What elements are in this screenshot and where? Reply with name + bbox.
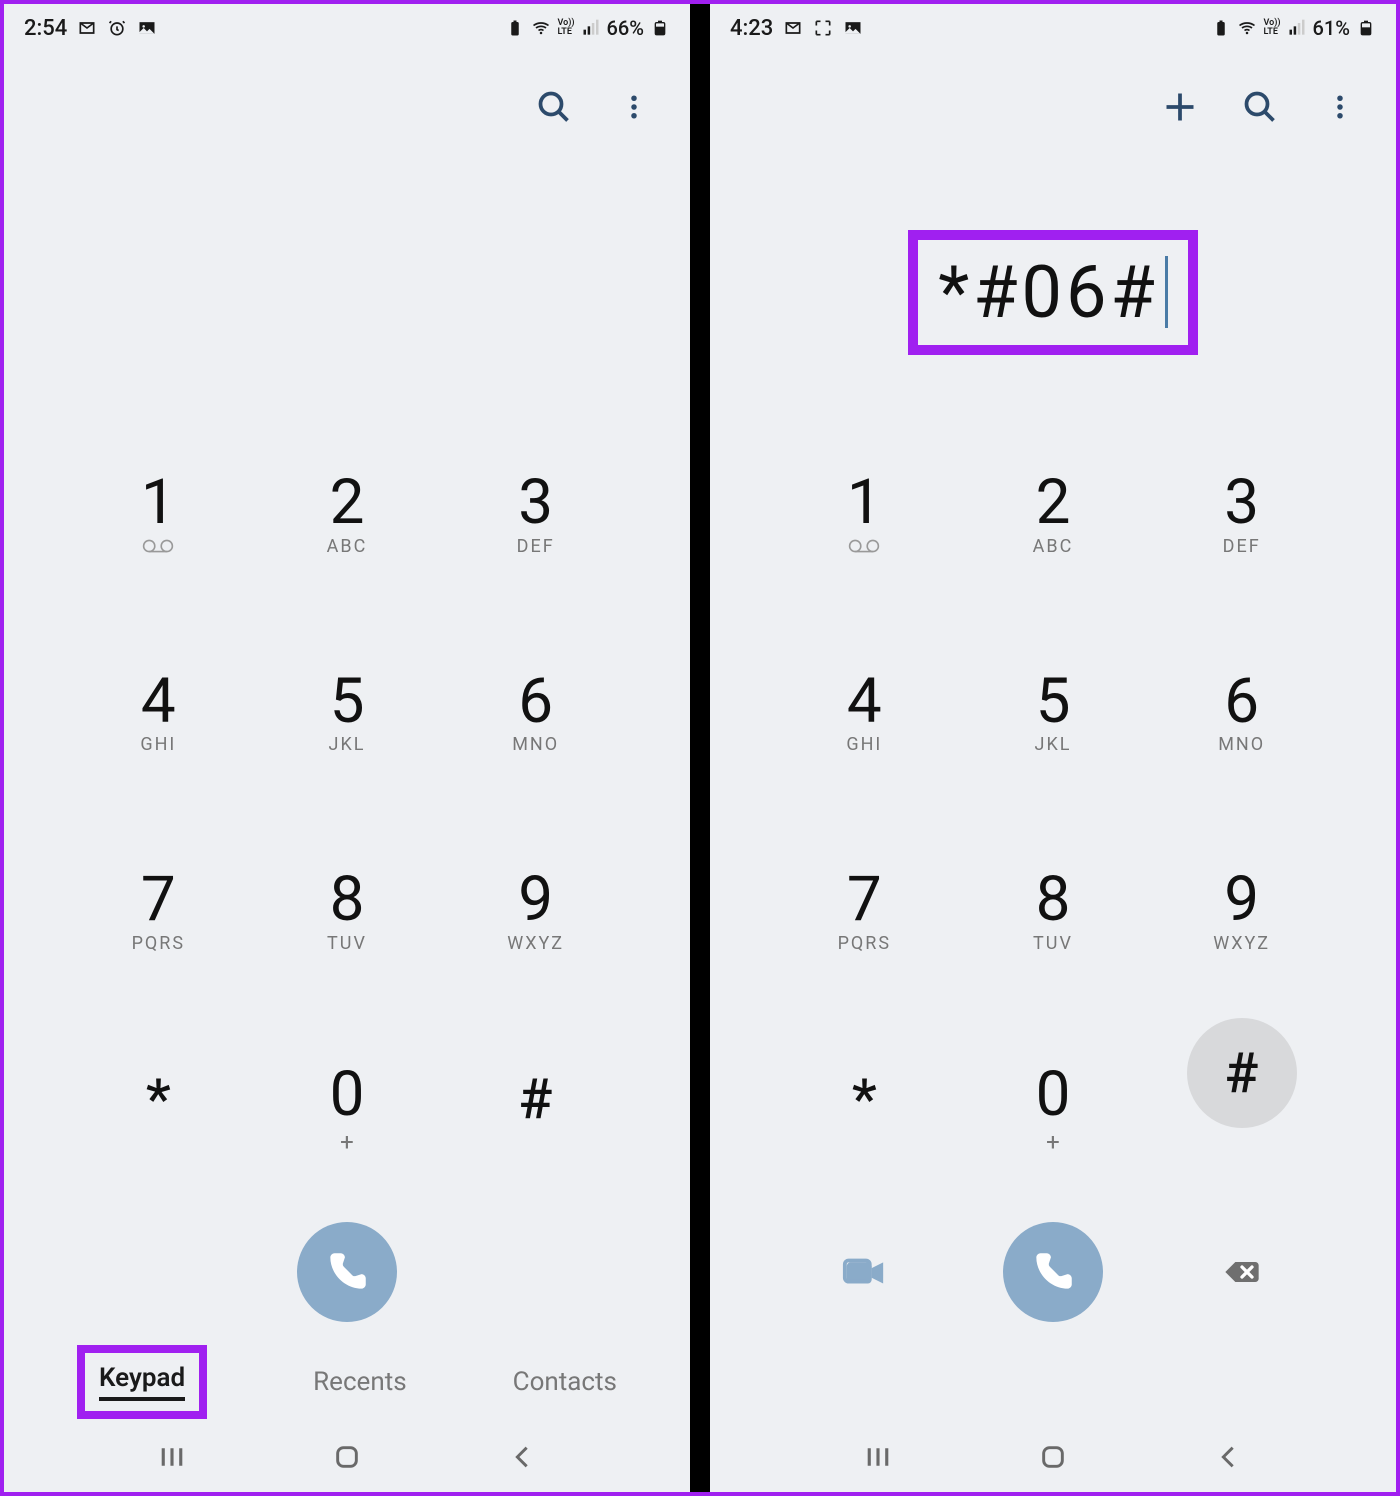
key-hash[interactable]: # [441,1018,630,1203]
empty-dial-area [4,162,690,422]
call-button[interactable] [1003,1222,1103,1322]
dialed-number: *#06# [938,250,1159,335]
key-2[interactable]: 2ABC [959,422,1148,607]
key-1[interactable]: 1 [770,422,959,607]
key-star[interactable]: * [64,1018,253,1203]
battery-icon [1356,18,1376,38]
dial-display: *#06# [710,162,1396,422]
battery-icon [650,18,670,38]
app-header [710,52,1396,162]
battery-saver-icon [505,18,525,38]
scan-icon [813,18,833,38]
battery-percent: 61% [1313,16,1350,40]
tabs-placeholder [710,1342,1396,1422]
voicemail-icon [847,536,881,556]
signal-icon [581,18,601,38]
wifi-icon [1237,18,1257,38]
status-time: 4:23 [730,16,773,41]
key-2[interactable]: 2ABC [253,422,442,607]
key-7[interactable]: 7PQRS [770,819,959,1004]
signal-icon [1287,18,1307,38]
keypad: 1 2ABC 3DEF 4GHI 5JKL 6MNO 7PQRS 8TUV 9W… [4,422,690,1202]
status-bar: 2:54 Vo))LTE 66% [4,4,690,52]
tab-recents[interactable]: Recents [313,1367,407,1397]
recents-nav-icon[interactable] [154,1439,190,1475]
more-options-icon[interactable] [1320,87,1360,127]
key-3[interactable]: 3DEF [441,422,630,607]
key-9[interactable]: 9WXYZ [1147,819,1336,1004]
status-right: Vo))LTE 66% [505,16,670,40]
key-0[interactable]: 0+ [253,1018,442,1203]
phone-screen-right: 4:23 Vo))LTE 61% [700,4,1396,1492]
key-5[interactable]: 5JKL [959,621,1148,806]
call-row [710,1202,1396,1342]
system-nav-bar [710,1422,1396,1492]
highlight-keypad-tab: Keypad [77,1345,207,1419]
add-icon[interactable] [1160,87,1200,127]
battery-percent: 66% [607,16,644,40]
gmail-icon [783,18,803,38]
recents-nav-icon[interactable] [860,1439,896,1475]
key-star[interactable]: * [770,1018,959,1203]
phone-screen-left: 2:54 Vo))LTE 66% [4,4,700,1492]
key-5[interactable]: 5JKL [253,621,442,806]
status-left: 2:54 [24,16,157,41]
key-0[interactable]: 0+ [959,1018,1148,1203]
back-nav-icon[interactable] [504,1439,540,1475]
volte-indicator: Vo))LTE [1263,19,1280,37]
home-nav-icon[interactable] [329,1439,365,1475]
key-7[interactable]: 7PQRS [64,819,253,1004]
video-call-button[interactable] [834,1242,894,1302]
app-header [4,52,690,162]
key-8[interactable]: 8TUV [959,819,1148,1004]
text-cursor [1165,256,1168,328]
system-nav-bar [4,1422,690,1492]
more-options-icon[interactable] [614,87,654,127]
key-8[interactable]: 8TUV [253,819,442,1004]
key-4[interactable]: 4GHI [770,621,959,806]
status-bar: 4:23 Vo))LTE 61% [710,4,1396,52]
battery-saver-icon [1211,18,1231,38]
tab-contacts[interactable]: Contacts [513,1367,617,1397]
key-1[interactable]: 1 [64,422,253,607]
backspace-button[interactable] [1212,1242,1272,1302]
key-6[interactable]: 6MNO [441,621,630,806]
status-left: 4:23 [730,16,863,41]
search-icon[interactable] [1240,87,1280,127]
search-icon[interactable] [534,87,574,127]
alarm-icon [107,18,127,38]
image-icon [137,18,157,38]
voicemail-icon [141,536,175,556]
key-hash[interactable]: # [1187,1018,1297,1128]
key-4[interactable]: 4GHI [64,621,253,806]
keypad: 1 2ABC 3DEF 4GHI 5JKL 6MNO 7PQRS 8TUV 9W… [710,422,1396,1202]
key-6[interactable]: 6MNO [1147,621,1336,806]
highlight-dialed-number: *#06# [908,230,1198,355]
gmail-icon [77,18,97,38]
tab-keypad[interactable]: Keypad [99,1363,185,1401]
wifi-icon [531,18,551,38]
bottom-tabs: Keypad Recents Contacts [4,1342,690,1422]
status-time: 2:54 [24,16,67,41]
call-button[interactable] [297,1222,397,1322]
image-icon [843,18,863,38]
volte-indicator: Vo))LTE [557,19,574,37]
key-9[interactable]: 9WXYZ [441,819,630,1004]
home-nav-icon[interactable] [1035,1439,1071,1475]
call-row [4,1202,690,1342]
key-3[interactable]: 3DEF [1147,422,1336,607]
status-right: Vo))LTE 61% [1211,16,1376,40]
back-nav-icon[interactable] [1210,1439,1246,1475]
